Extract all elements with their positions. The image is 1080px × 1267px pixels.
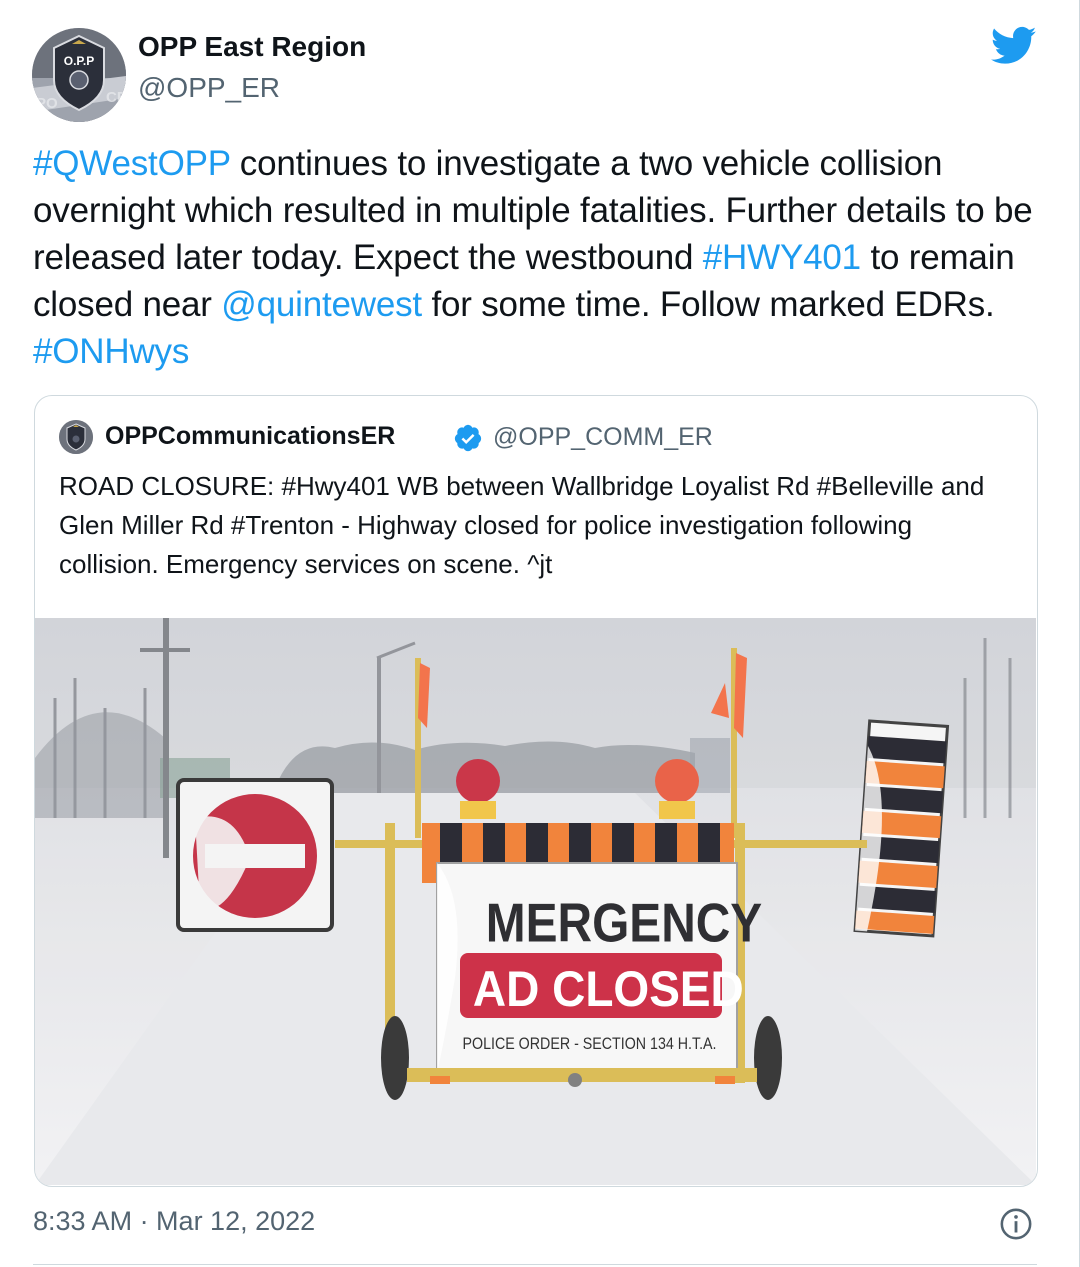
verified-badge-icon xyxy=(454,424,482,452)
quoted-author-display-name[interactable]: OPPCommunicationsER xyxy=(105,422,395,451)
svg-text:PO: PO xyxy=(36,95,58,112)
quoted-tweet-text: ROAD CLOSURE: #Hwy401 WB between Wallbri… xyxy=(59,471,985,579)
tweet-text: #QWestOPP continues to investigate a two… xyxy=(33,140,1053,375)
author-handle[interactable]: @OPP_ER xyxy=(138,72,280,104)
hashtag-qwestopp[interactable]: #QWestOPP xyxy=(33,144,230,183)
hashtag-hwy401[interactable]: #HWY401 xyxy=(703,238,861,277)
twitter-bird-icon[interactable] xyxy=(991,26,1037,66)
svg-text:O.P.P: O.P.P xyxy=(64,54,94,68)
author-display-name[interactable]: OPP East Region xyxy=(138,31,366,63)
hashtag-onhwys[interactable]: #ONHwys xyxy=(33,332,189,371)
svg-text:CE: CE xyxy=(106,89,126,106)
tweet-card: O.P.P PO CE OPP East Region @OPP_ER #QWe… xyxy=(0,0,1080,1267)
quoted-tweet[interactable]: OPPCommunicationsER @OPP_COMM_ER ROAD CL… xyxy=(34,395,1038,1187)
quoted-author-avatar[interactable] xyxy=(59,420,93,454)
opp-badge-avatar[interactable]: O.P.P PO CE xyxy=(32,28,126,122)
mention-quintewest[interactable]: @quintewest xyxy=(221,285,422,324)
quoted-author-handle[interactable]: @OPP_COMM_ER xyxy=(493,423,713,452)
info-icon[interactable] xyxy=(999,1207,1033,1241)
road-closed-photo[interactable]: MERGENCY AD CLOSED POLICE ORDER - SECTIO… xyxy=(35,618,1036,1185)
tweet-timestamp[interactable]: 8:33 AM · Mar 12, 2022 xyxy=(33,1206,315,1237)
tweet-text-part: for some time. Follow marked EDRs. xyxy=(421,285,995,324)
footer-divider xyxy=(33,1264,1037,1265)
